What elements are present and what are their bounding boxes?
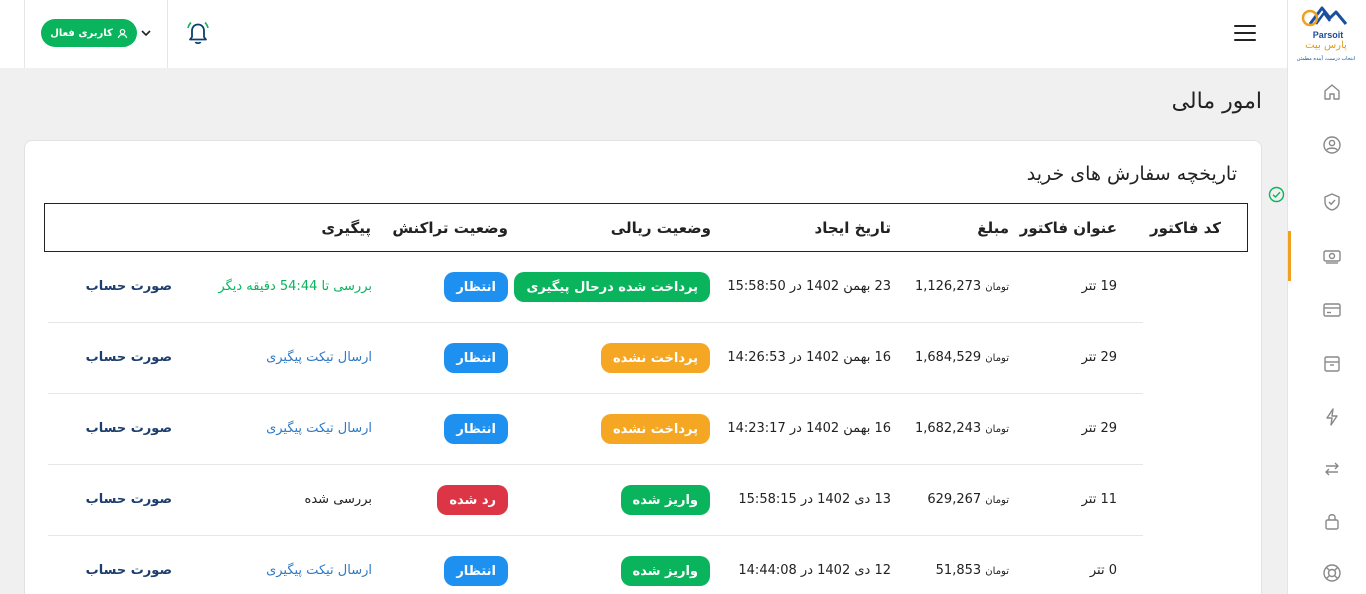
table-row: 29 تتر تومان 1,682,243 16 بهمن 1402 در 14…: [48, 394, 1143, 465]
row-title: 29 تتر: [1081, 350, 1117, 365]
header-created: تاریخ ایجاد: [814, 219, 891, 237]
credit-card-icon[interactable]: [1321, 299, 1343, 321]
tracking-link[interactable]: بررسی تا 54:44 دقیقه دیگر: [218, 279, 372, 294]
brand-name-fa: پارس بیت: [1305, 40, 1347, 51]
active-user-label: کاربری فعال: [50, 27, 113, 39]
archive-icon[interactable]: [1321, 353, 1343, 375]
rial-status-badge: پرداخت شده درحال پیگیری: [514, 272, 710, 302]
header-transaction-status: وضعیت تراکنش: [392, 219, 508, 237]
tracking-text: بررسی شده: [304, 492, 372, 507]
row-title: 29 تتر: [1081, 421, 1117, 436]
check-circle-icon: [1268, 186, 1285, 203]
card-title: تاریخچه سفارش های خرید: [1026, 163, 1237, 185]
amount-unit: تومان: [985, 495, 1009, 506]
invoice-link[interactable]: صورت حساب: [86, 563, 172, 578]
rial-status-badge: واریز شده: [620, 556, 710, 586]
table-row: 11 تتر تومان 629,267 13 دی 1402 در 15:58:…: [48, 465, 1143, 536]
row-created: 16 بهمن 1402 در 14:26:53: [727, 350, 891, 365]
amount-unit: تومان: [985, 353, 1009, 364]
header-invoice-title: عنوان فاکتور: [1019, 219, 1117, 237]
rial-status-badge: واریز شده: [620, 485, 710, 515]
transaction-status-badge: انتظار: [444, 272, 508, 302]
invoice-link[interactable]: صورت حساب: [86, 350, 172, 365]
amount-unit: تومان: [985, 566, 1009, 577]
row-title: 11 تتر: [1081, 492, 1117, 507]
brand-name-en: Parsoit: [1312, 30, 1344, 40]
amount-unit: تومان: [985, 282, 1009, 293]
table-row: 19 تتر تومان 1,126,273 23 بهمن 1402 در 15…: [48, 252, 1143, 323]
tracking-link[interactable]: ارسال تیکت پیگیری: [266, 421, 372, 436]
row-title: 0 تتر: [1089, 563, 1117, 578]
row-title: 19 تتر: [1081, 279, 1117, 294]
home-icon[interactable]: [1321, 81, 1343, 103]
header-rial-status: وضعیت ریالی: [610, 219, 711, 237]
row-amount: تومان 51,853: [936, 563, 1009, 578]
header-tracking: پیگیری: [321, 219, 371, 237]
user-circle-icon[interactable]: [1321, 134, 1343, 156]
user-area: کاربری فعال: [24, 0, 168, 68]
invoice-link[interactable]: صورت حساب: [86, 492, 172, 507]
row-created: 13 دی 1402 در 15:58:15: [738, 492, 891, 507]
table-header: کد فاکتور عنوان فاکتور مبلغ تاریخ ایجاد …: [44, 203, 1248, 252]
money-icon[interactable]: [1321, 245, 1343, 267]
user-icon: [117, 28, 128, 38]
menu-toggle-icon[interactable]: [1234, 25, 1256, 43]
amount-unit: تومان: [985, 424, 1009, 435]
amount-value: 1,684,529: [914, 350, 982, 365]
transaction-status-badge: انتظار: [444, 556, 508, 586]
tracking-link[interactable]: ارسال تیکت پیگیری: [266, 350, 372, 365]
lightning-icon[interactable]: [1321, 406, 1343, 428]
tracking-link[interactable]: ارسال تیکت پیگیری: [266, 563, 372, 578]
rial-status-badge: پرداخت نشده: [600, 343, 710, 373]
transaction-status-badge: انتظار: [444, 414, 508, 444]
transaction-status-badge: انتظار: [444, 343, 508, 373]
top-header: کاربری فعال: [0, 0, 1287, 68]
active-nav-indicator: [1288, 231, 1291, 281]
row-amount: تومان 1,684,529: [915, 350, 1009, 365]
amount-value: 1,126,273: [914, 279, 982, 294]
amount-value: 51,853: [935, 563, 982, 578]
exchange-icon[interactable]: [1321, 458, 1343, 480]
shield-check-icon[interactable]: [1321, 191, 1343, 213]
logo-mark-icon: [1301, 6, 1348, 27]
row-amount: تومان 629,267: [927, 492, 1009, 507]
row-amount: تومان 1,126,273: [915, 279, 1009, 294]
header-invoice-code: کد فاکتور: [1150, 219, 1221, 237]
lock-icon[interactable]: [1321, 510, 1343, 532]
logo[interactable]: Parsoit پارس بیت انتخاب درست، آینده مطمئ…: [1288, 0, 1366, 68]
bell-icon[interactable]: [186, 20, 210, 46]
chevron-down-icon[interactable]: [139, 26, 153, 40]
rial-status-badge: پرداخت نشده: [600, 414, 710, 444]
row-created: 16 بهمن 1402 در 14:23:17: [727, 421, 891, 436]
page-title: امور مالی: [1171, 89, 1262, 114]
amount-value: 629,267: [927, 492, 982, 507]
brand-tagline: انتخاب درست، آینده مطمئن: [1296, 56, 1356, 62]
header-amount: مبلغ: [977, 219, 1009, 237]
table-row: 29 تتر تومان 1,684,529 16 بهمن 1402 در 14…: [48, 323, 1143, 394]
row-created: 12 دی 1402 در 14:44:08: [738, 563, 891, 578]
table-row: 0 تتر تومان 51,853 12 دی 1402 در 14:44:08…: [48, 536, 1143, 594]
support-icon[interactable]: [1321, 562, 1343, 584]
sidebar: Parsoit پارس بیت انتخاب درست، آینده مطمئ…: [1287, 0, 1366, 594]
amount-value: 1,682,243: [914, 421, 982, 436]
row-amount: تومان 1,682,243: [915, 421, 1009, 436]
active-user-button[interactable]: کاربری فعال: [41, 19, 137, 47]
transaction-status-badge: رد شده: [437, 485, 508, 515]
invoice-link[interactable]: صورت حساب: [86, 279, 172, 294]
invoice-link[interactable]: صورت حساب: [86, 421, 172, 436]
row-created: 23 بهمن 1402 در 15:58:50: [727, 279, 891, 294]
